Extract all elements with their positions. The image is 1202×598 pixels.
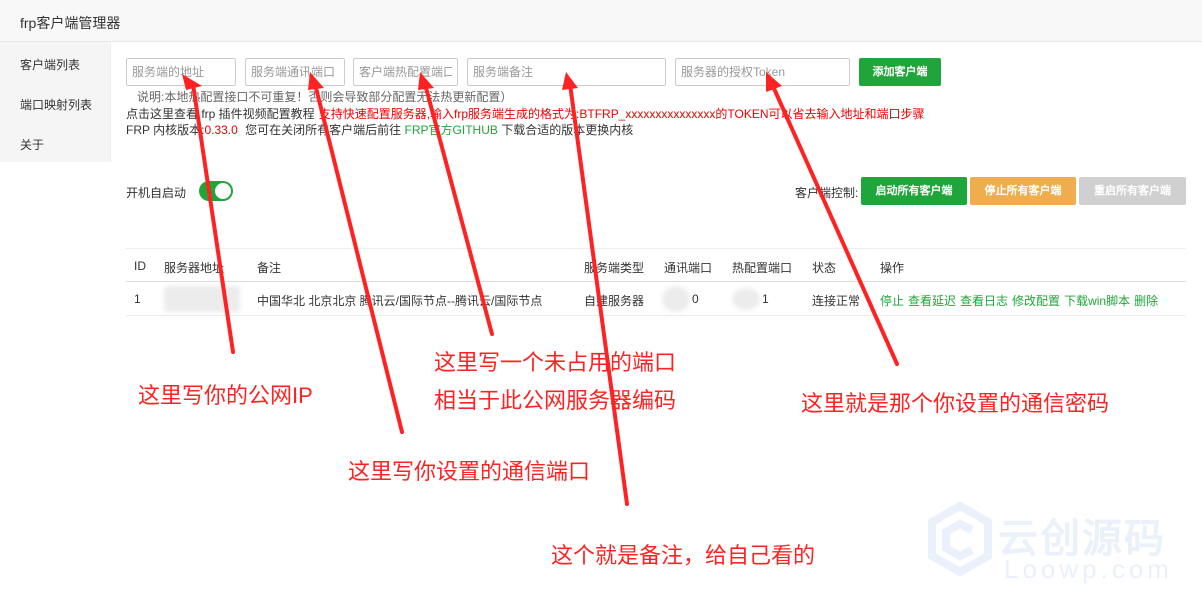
cell-server-type: 自建服务器 (584, 294, 645, 308)
cell-hot-port: 1 (762, 292, 769, 306)
cell-remark: 中国华北 北京北京 腾讯云/国际节点--腾讯云/国际节点 (257, 294, 543, 308)
cell-status: 连接正常 (812, 294, 861, 308)
redacted-server-address (164, 286, 240, 312)
autostart-toggle[interactable] (199, 181, 233, 201)
stop-all-button[interactable]: 停止所有客户端 (970, 177, 1076, 205)
sidebar: 客户端列表 端口映射列表 关于 (0, 42, 111, 162)
annotation-comm-port: 这里写你设置的通信端口 (348, 459, 591, 484)
annotation-unused-port-2: 相当于此公网服务器编码 (434, 388, 677, 413)
action-edit-config[interactable]: 修改配置 (1012, 294, 1060, 308)
client-control-label: 客户端控制: (795, 186, 859, 200)
version-value: 0.33.0 (204, 123, 238, 137)
arrow-token (770, 82, 899, 366)
server-port-input[interactable] (245, 58, 345, 86)
tutorial-note: 点击这里查看 frp 插件视频配置教程 支持快速配置服务器,输入frp服务端生成的… (126, 105, 925, 122)
cell-actions: 停止 查看延迟 查看日志 修改配置 下载win脚本 删除 (880, 292, 1162, 309)
add-client-button[interactable]: 添加客户端 (859, 58, 941, 86)
version-note: FRP 内核版本:0.33.0 您可在关闭所有客户端后前往 FRP官方GITHU… (126, 121, 633, 138)
window-title: frp客户端管理器 (20, 15, 121, 31)
action-delete[interactable]: 删除 (1134, 294, 1158, 308)
action-view-log[interactable]: 查看日志 (960, 294, 1008, 308)
annotation-remark: 这个就是备注，给自己看的 (551, 543, 816, 568)
col-comm-port: 通讯端口 (664, 261, 713, 275)
col-id: ID (134, 259, 146, 273)
server-token-input[interactable] (675, 58, 850, 86)
action-stop[interactable]: 停止 (880, 294, 904, 308)
col-server-type: 服务端类型 (584, 261, 645, 275)
server-address-input[interactable] (126, 58, 236, 86)
tutorial-link[interactable]: 点击这里查看 frp 插件视频配置教程 (126, 107, 315, 121)
cell-id: 1 (134, 292, 141, 306)
col-remark: 备注 (257, 261, 282, 275)
table-row: 1 中国华北 北京北京 腾讯云/国际节点--腾讯云/国际节点 自建服务器 0 1… (126, 282, 1186, 316)
autostart-label: 开机自启动 (126, 186, 187, 200)
col-status: 状态 (812, 261, 837, 275)
watermark-subtext: Loowp.com (1004, 554, 1173, 584)
window-titlebar: frp客户端管理器 (0, 0, 1202, 42)
col-hot-port: 热配置端口 (732, 261, 793, 275)
version-label: FRP 内核版本: (126, 123, 205, 137)
server-remark-input[interactable] (467, 58, 666, 86)
redacted-comm-port (662, 286, 690, 312)
cell-comm-port: 0 (692, 292, 699, 306)
watermark-logo-icon (928, 501, 992, 577)
restart-all-button[interactable]: 重启所有客户端 (1079, 177, 1186, 205)
table-header: ID 服务器地址 备注 服务端类型 通讯端口 热配置端口 状态 操作 (126, 248, 1186, 282)
quick-config-tip: 支持快速配置服务器,输入frp服务端生成的格式为:BTFRP_xxxxxxxxx… (318, 107, 925, 121)
redacted-hot-port (732, 288, 760, 310)
client-hot-port-input[interactable] (353, 58, 458, 86)
action-view-latency[interactable]: 查看延迟 (908, 294, 956, 308)
toggle-knob (215, 183, 231, 199)
annotation-unused-port-1: 这里写一个未占用的端口 (434, 350, 677, 375)
watermark: 云创源码 Loowp.com (928, 501, 1169, 585)
col-server-address: 服务器地址 (164, 261, 225, 275)
version-hint: 您可在关闭所有客户端后前往 (245, 123, 402, 137)
sidebar-item-client-list[interactable]: 客户端列表 (20, 56, 80, 73)
config-note: 说明:本地热配置接口不可重复！否则会导致部分配置无法热更新配置） (137, 90, 513, 104)
github-link[interactable]: FRP官方GITHUB (405, 123, 498, 137)
start-all-button[interactable]: 启动所有客户端 (861, 177, 967, 205)
action-download-win-script[interactable]: 下载win脚本 (1064, 294, 1130, 308)
version-hint-end: 下载合适的版本更换内核 (501, 123, 634, 137)
annotation-token: 这里就是那个你设置的通信密码 (801, 391, 1110, 416)
col-actions: 操作 (880, 261, 905, 275)
sidebar-item-port-mapping[interactable]: 端口映射列表 (20, 96, 92, 113)
sidebar-item-about[interactable]: 关于 (20, 136, 44, 153)
annotation-public-ip: 这里写你的公网IP (138, 383, 313, 408)
